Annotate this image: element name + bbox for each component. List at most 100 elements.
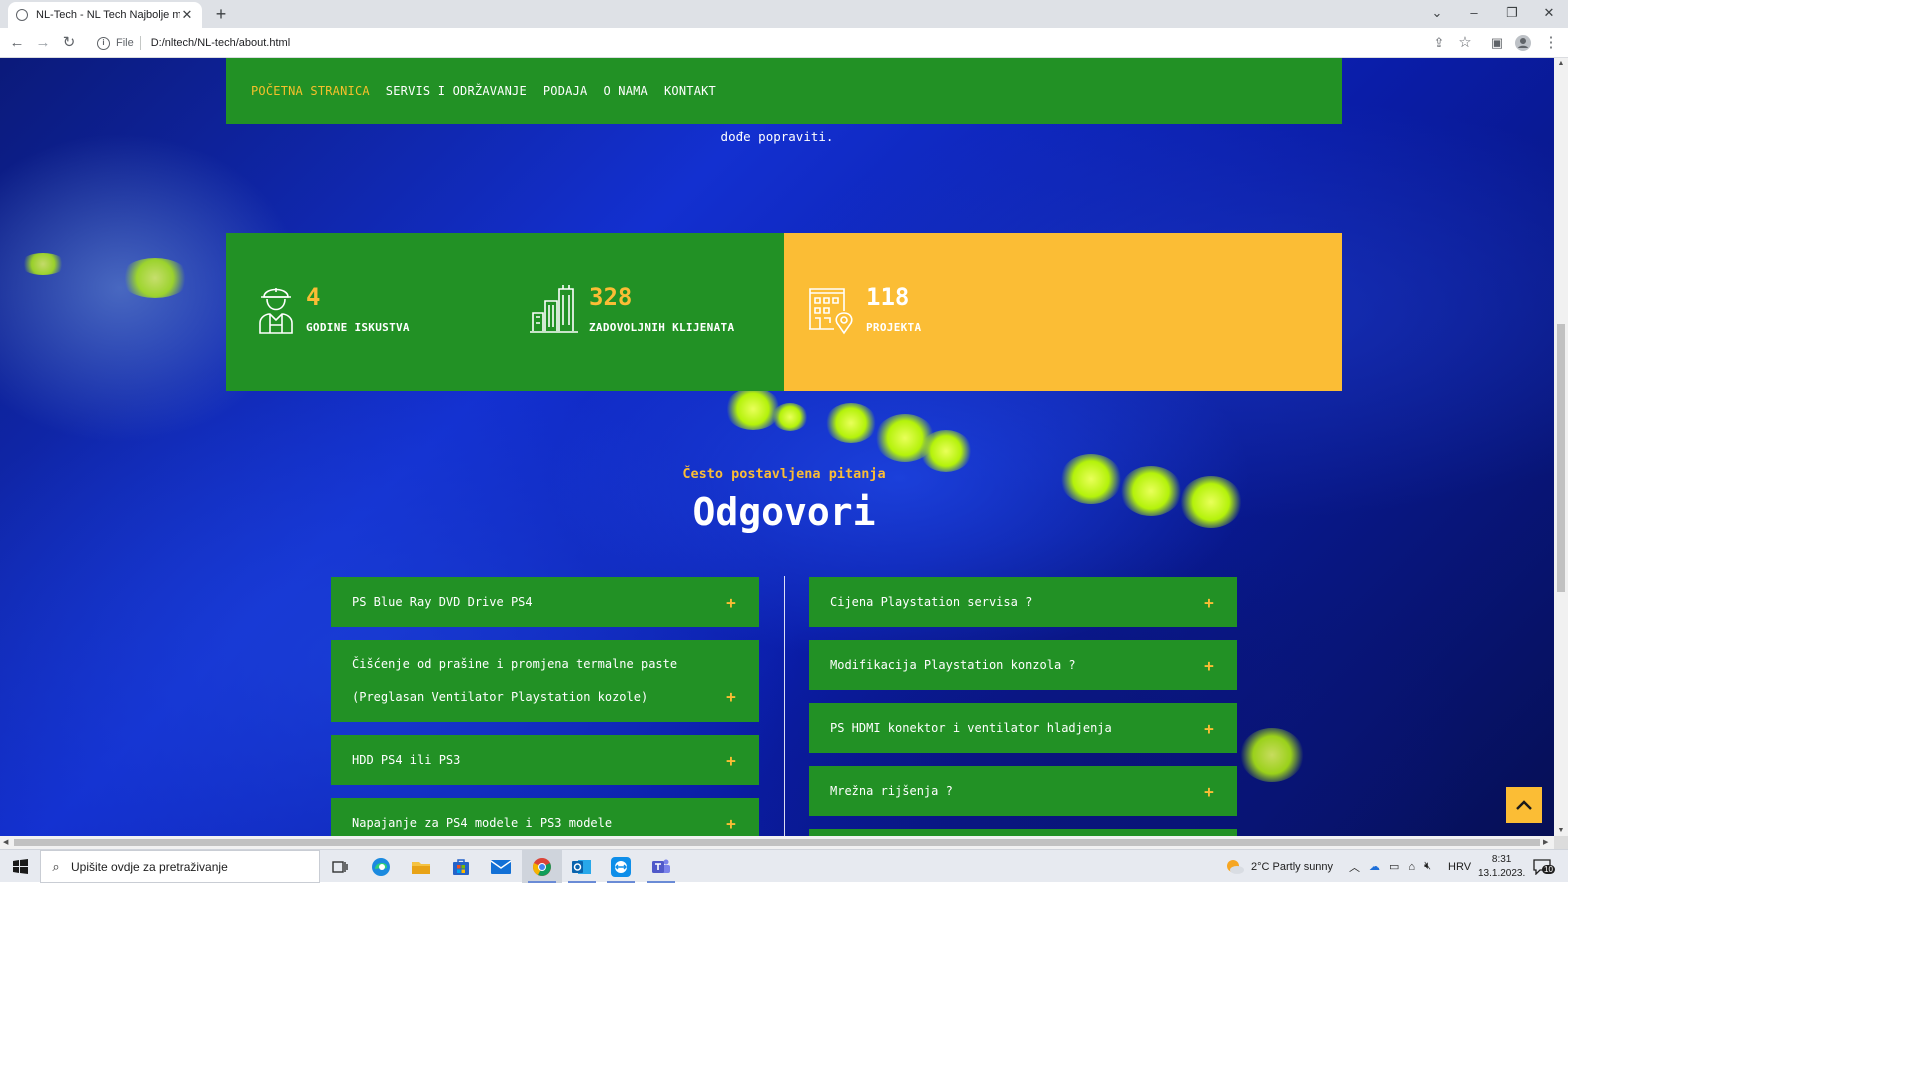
- stats-section: 4 GODINE ISKUSTVA 328 ZADOVOLJNIH KLIJEN…: [226, 233, 1342, 391]
- stats-yellow-panel: 118 PROJEKTA: [784, 233, 1342, 391]
- stat-label: GODINE ISKUSTVA: [306, 321, 410, 334]
- nav-item-home[interactable]: POČETNA STRANICA: [251, 84, 370, 98]
- menu-kebab-icon[interactable]: ⋮: [1540, 32, 1562, 54]
- teamviewer-icon[interactable]: [601, 850, 641, 883]
- taskbar-search-box[interactable]: ⌕ Upišite ovdje za pretraživanje: [40, 850, 320, 883]
- bg-led-glow: [20, 253, 66, 275]
- faq-item[interactable]: Cijena Playstation servisa ? +: [809, 577, 1237, 627]
- start-button[interactable]: [0, 850, 40, 883]
- faq-question: Cijena Playstation servisa ?: [830, 594, 1033, 609]
- plus-icon[interactable]: +: [724, 593, 738, 612]
- mail-icon[interactable]: [481, 850, 521, 883]
- outlook-icon[interactable]: [562, 850, 602, 883]
- faq-item[interactable]: Mrežna rijšenja ? +: [809, 766, 1237, 816]
- nav-item-service[interactable]: SERVIS I ODRŽAVANJE: [386, 84, 527, 98]
- new-tab-button[interactable]: +: [210, 4, 232, 24]
- file-explorer-icon[interactable]: [401, 850, 441, 883]
- network-icon[interactable]: ⌂: [1408, 861, 1415, 873]
- horizontal-scrollbar[interactable]: ◀ ▶: [0, 836, 1554, 849]
- tab-search-icon[interactable]: ⌄: [1418, 0, 1456, 28]
- faq-item[interactable]: [809, 829, 1237, 836]
- scrollbar-thumb[interactable]: [14, 839, 1540, 846]
- plus-icon[interactable]: +: [1202, 719, 1216, 738]
- faq-item[interactable]: PS HDMI konektor i ventilator hladjenja …: [809, 703, 1237, 753]
- faq-question: Mrežna rijšenja ?: [830, 783, 953, 798]
- scroll-right-arrow[interactable]: ▶: [1543, 836, 1548, 849]
- building-location-icon: [809, 288, 853, 335]
- clock-time: 8:31: [1491, 853, 1512, 865]
- page-viewport: POČETNA STRANICA SERVIS I ODRŽAVANJE POD…: [0, 58, 1554, 836]
- stat-value: 118: [866, 283, 910, 311]
- faq-item[interactable]: PS Blue Ray DVD Drive PS4 +: [331, 577, 759, 627]
- worker-icon: [259, 288, 293, 334]
- stat-value: 328: [589, 283, 633, 311]
- scrollbar-thumb[interactable]: [1557, 324, 1565, 592]
- browser-tab-strip: NL-Tech - NL Tech Najbolje mjes ✕ + ⌄ – …: [0, 0, 1568, 28]
- close-tab-icon[interactable]: ✕: [180, 7, 194, 23]
- close-window-button[interactable]: ✕: [1530, 0, 1568, 28]
- nav-item-contact[interactable]: KONTAKT: [664, 84, 716, 98]
- bg-led-glow: [1240, 728, 1304, 782]
- url-text: D:/nltech/NL-tech/about.html: [150, 37, 291, 49]
- back-button[interactable]: ←: [6, 32, 28, 54]
- language-indicator[interactable]: HRV: [1448, 850, 1471, 883]
- teams-icon[interactable]: [641, 850, 681, 883]
- stat-label: ZADOVOLJNIH KLIJENATA: [589, 321, 735, 334]
- nav-item-about[interactable]: O NAMA: [603, 84, 648, 98]
- share-icon[interactable]: ⇪: [1428, 32, 1450, 54]
- plus-icon[interactable]: +: [1202, 782, 1216, 801]
- chevron-up-icon[interactable]: ︿: [1349, 859, 1360, 875]
- onedrive-icon[interactable]: ☁: [1369, 860, 1380, 873]
- minimize-button[interactable]: –: [1455, 0, 1493, 28]
- volume-muted-icon[interactable]: 🔇︎: [1424, 860, 1431, 873]
- bg-led-glow: [825, 403, 877, 443]
- main-navigation: POČETNA STRANICA SERVIS I ODRŽAVANJE POD…: [226, 58, 1342, 124]
- notification-center-button[interactable]: 10: [1533, 850, 1555, 883]
- scroll-down-arrow[interactable]: ▼: [1554, 827, 1568, 834]
- browser-tab[interactable]: NL-Tech - NL Tech Najbolje mjes ✕: [8, 2, 202, 28]
- faq-question: HDD PS4 ili PS3: [352, 752, 461, 767]
- chevron-up-icon: [1516, 800, 1532, 810]
- restore-button[interactable]: ❐: [1493, 0, 1531, 28]
- browser-toolbar: ← → ↻ i File D:/nltech/NL-tech/about.htm…: [0, 28, 1568, 58]
- address-bar[interactable]: i File D:/nltech/NL-tech/about.html: [88, 31, 1478, 55]
- profile-avatar[interactable]: [1512, 32, 1534, 54]
- url-scheme: File: [116, 37, 134, 49]
- info-icon[interactable]: i: [97, 36, 110, 50]
- edge-icon[interactable]: [361, 850, 401, 883]
- scroll-up-arrow[interactable]: ▲: [1554, 60, 1568, 67]
- weather-widget[interactable]: 2°C Partly sunny: [1225, 850, 1333, 883]
- plus-icon[interactable]: +: [724, 814, 738, 833]
- plus-icon[interactable]: +: [1202, 593, 1216, 612]
- forward-button[interactable]: →: [32, 32, 54, 54]
- plus-icon[interactable]: +: [1202, 656, 1216, 675]
- faq-question: PS Blue Ray DVD Drive PS4: [352, 594, 533, 609]
- url-separator: [139, 36, 141, 50]
- scroll-left-arrow[interactable]: ◀: [3, 836, 8, 849]
- system-tray: ︿ ☁ ▭ ⌂ 🔇︎: [1349, 850, 1431, 883]
- buildings-icon: [530, 285, 578, 333]
- faq-item[interactable]: Napajanje za PS4 modele i PS3 modele +: [331, 798, 759, 836]
- store-icon[interactable]: [441, 850, 481, 883]
- back-to-top-button[interactable]: [1506, 787, 1542, 823]
- faq-item[interactable]: Modifikacija Playstation konzola ? +: [809, 640, 1237, 690]
- faq-question: Napajanje za PS4 modele i PS3 modele: [352, 815, 613, 830]
- bg-led-glow: [120, 258, 190, 298]
- task-view-icon[interactable]: [320, 850, 360, 883]
- bookmark-star-icon[interactable]: ☆: [1454, 32, 1476, 54]
- windows-logo-icon: [12, 859, 28, 874]
- side-panel-icon[interactable]: ▣: [1486, 32, 1508, 54]
- tab-title: NL-Tech - NL Tech Najbolje mjes: [36, 9, 180, 21]
- chrome-icon[interactable]: [522, 850, 562, 883]
- faq-divider: [784, 576, 785, 836]
- clock[interactable]: 8:31 13.1.2023.: [1478, 850, 1525, 883]
- battery-icon[interactable]: ▭: [1389, 860, 1399, 873]
- faq-item[interactable]: Čišćenje od prašine i promjena termalne …: [331, 640, 759, 722]
- plus-icon[interactable]: +: [724, 687, 738, 706]
- faq-item[interactable]: HDD PS4 ili PS3 +: [331, 735, 759, 785]
- vertical-scrollbar[interactable]: ▲ ▼: [1554, 58, 1568, 836]
- stats-green-panel: 4 GODINE ISKUSTVA 328 ZADOVOLJNIH KLIJEN…: [226, 233, 784, 391]
- reload-button[interactable]: ↻: [58, 32, 80, 54]
- plus-icon[interactable]: +: [724, 751, 738, 770]
- nav-item-sales[interactable]: PODAJA: [543, 84, 588, 98]
